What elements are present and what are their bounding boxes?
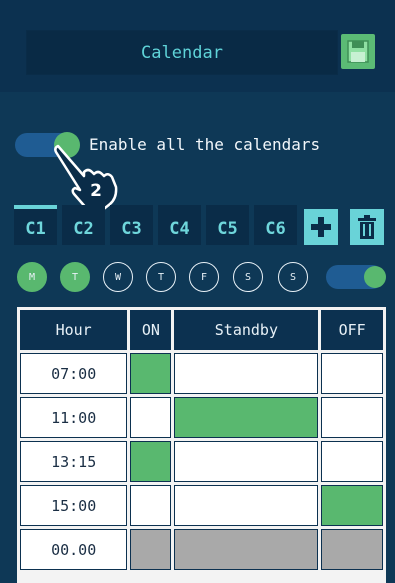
hour-cell[interactable]: 07:00	[20, 353, 128, 394]
calendar-enable-toggle[interactable]	[326, 265, 386, 289]
state-cell-off[interactable]	[321, 485, 383, 526]
tab-c4[interactable]: C4	[158, 205, 201, 245]
table-row: 07:00	[20, 353, 383, 394]
column-header-off: OFF	[321, 310, 383, 350]
schedule-table: Hour ON Standby OFF 07:00 11:00 13:15 15…	[17, 307, 386, 583]
hour-cell[interactable]: 13:15	[20, 441, 128, 482]
state-cell-on[interactable]	[130, 485, 172, 526]
header-bar: Calendar	[0, 0, 395, 92]
tutorial-step-number: 2	[90, 181, 102, 201]
state-cell-off[interactable]	[321, 353, 383, 394]
state-cell-off[interactable]	[321, 441, 383, 482]
trash-icon	[358, 215, 376, 239]
column-header-on: ON	[130, 310, 172, 350]
day-wednesday[interactable]: W	[103, 262, 133, 292]
save-button[interactable]	[341, 34, 375, 69]
weekday-selector: M T W T F S S	[15, 262, 390, 294]
state-cell-standby	[174, 529, 319, 570]
add-calendar-button[interactable]	[304, 209, 338, 245]
state-cell-standby[interactable]	[174, 441, 319, 482]
page-title: Calendar	[26, 30, 338, 75]
toggle-knob	[364, 266, 386, 288]
state-cell-off	[321, 529, 383, 570]
column-header-standby: Standby	[174, 310, 319, 350]
hour-cell[interactable]: 11:00	[20, 397, 128, 438]
table-row: 15:00	[20, 485, 383, 526]
state-cell-standby[interactable]	[174, 353, 319, 394]
state-cell-standby[interactable]	[174, 397, 319, 438]
day-thursday[interactable]: T	[146, 262, 176, 292]
table-row: 13:15	[20, 441, 383, 482]
day-saturday[interactable]: S	[233, 262, 263, 292]
enable-all-label: Enable all the calendars	[89, 135, 321, 154]
tab-c3[interactable]: C3	[110, 205, 153, 245]
delete-calendar-button[interactable]	[350, 209, 384, 245]
day-monday[interactable]: M	[17, 262, 47, 292]
tab-c1[interactable]: C1	[14, 205, 57, 245]
floppy-disk-icon	[347, 40, 369, 63]
tab-c2[interactable]: C2	[62, 205, 105, 245]
state-cell-off[interactable]	[321, 397, 383, 438]
tab-c6[interactable]: C6	[254, 205, 297, 245]
column-header-hour: Hour	[20, 310, 128, 350]
table-row: 11:00	[20, 397, 383, 438]
day-sunday[interactable]: S	[278, 262, 308, 292]
tab-c5[interactable]: C5	[206, 205, 249, 245]
calendar-tabs: C1 C2 C3 C4 C5 C6	[14, 205, 390, 245]
table-header-row: Hour ON Standby OFF	[20, 310, 383, 350]
state-cell-on	[130, 529, 172, 570]
state-cell-standby[interactable]	[174, 485, 319, 526]
state-cell-on[interactable]	[130, 353, 172, 394]
table-row: 00.00	[20, 529, 383, 570]
day-friday[interactable]: F	[189, 262, 219, 292]
hour-cell[interactable]: 15:00	[20, 485, 128, 526]
day-tuesday[interactable]: T	[60, 262, 90, 292]
state-cell-on[interactable]	[130, 397, 172, 438]
state-cell-on[interactable]	[130, 441, 172, 482]
plus-icon	[311, 217, 331, 237]
hour-cell[interactable]: 00.00	[20, 529, 128, 570]
